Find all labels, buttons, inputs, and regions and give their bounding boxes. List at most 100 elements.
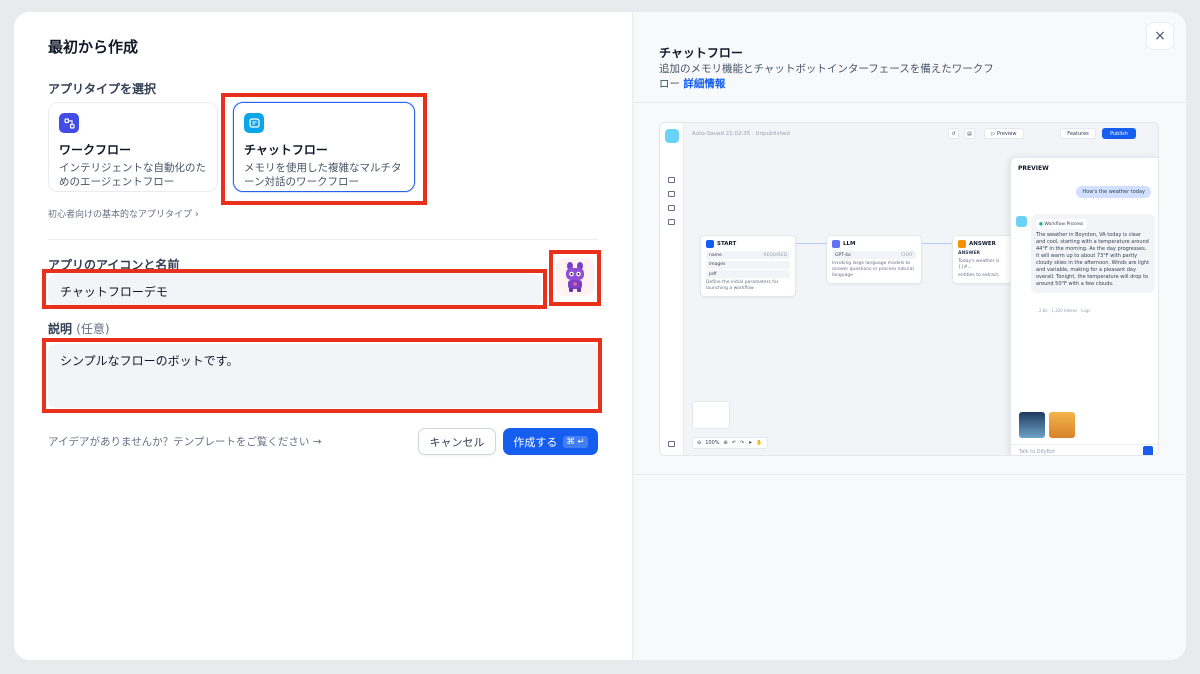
sidebar-icon bbox=[668, 177, 675, 183]
answer-node-title: ANSWER bbox=[969, 241, 996, 247]
answer-label: ANSWER bbox=[958, 251, 980, 256]
var-name: pdf bbox=[709, 271, 717, 277]
edge-start-llm bbox=[796, 243, 826, 244]
var-name: name bbox=[709, 252, 722, 258]
answer-sub: entities to extract. bbox=[958, 273, 1000, 278]
preview-button-label: Preview bbox=[996, 130, 1017, 137]
canvas-toolbar: ⊖ 100% ⊕ ↶ ↷ ➤ ✋ bbox=[692, 437, 768, 449]
hand-icon: ✋ bbox=[756, 440, 763, 446]
chat-meta: 2.8s · 1,320 tokens Logs bbox=[1039, 308, 1090, 313]
desc-optional-text: (任意) bbox=[76, 322, 110, 336]
app-type-desc: メモリを使用した複雑なマルチターン対話のワークフロー bbox=[244, 162, 402, 188]
app-type-name: ワークフロー bbox=[59, 143, 132, 157]
arrow-right-icon: → bbox=[312, 436, 322, 448]
chat-answer-text: The weather in Boynton, VA today is clea… bbox=[1036, 232, 1150, 287]
create-app-dialog: 最初から作成 アプリタイプを選択 ワークフロー インテリジェントな自動化のための… bbox=[14, 12, 1186, 660]
desc-label: 説明 (任意) bbox=[48, 320, 110, 337]
zoom-out-icon: ⊖ bbox=[697, 440, 702, 446]
answer-text: Today's weather is {{#... bbox=[958, 259, 1000, 270]
send-icon bbox=[1143, 446, 1153, 455]
home-icon bbox=[706, 240, 714, 248]
start-node-desc: Define the initial parameters for launch… bbox=[706, 280, 779, 291]
preview-bottom-divider bbox=[633, 474, 1186, 475]
publish-button: Publish bbox=[1102, 128, 1136, 139]
app-type-chatflow-card[interactable]: チャットフロー メモリを使用した複雑なマルチターン対話のワークフロー bbox=[233, 102, 415, 192]
chat-preview-panel: PREVIEW How's the weather today ● Workfl… bbox=[1010, 157, 1158, 455]
preview-description: 追加のメモリ機能とチャットボットインターフェースを備えたワークフロー 詳細情報 bbox=[659, 62, 999, 92]
chat-preview-title: PREVIEW bbox=[1018, 165, 1049, 172]
preview-divider bbox=[633, 102, 1186, 103]
attached-image-mountain bbox=[1019, 412, 1045, 438]
learn-more-link[interactable]: 詳細情報 bbox=[683, 78, 725, 90]
chat-input: Talk to DifyBot bbox=[1011, 444, 1158, 455]
bot-avatar-icon bbox=[1016, 216, 1027, 227]
cancel-button[interactable]: キャンセル bbox=[418, 428, 496, 455]
logs-link: Logs bbox=[1081, 308, 1091, 313]
preview-panel: × チャットフロー 追加のメモリ機能とチャットボットインターフェースを備えたワー… bbox=[632, 12, 1186, 660]
create-button[interactable]: 作成する ⌘ ↵ bbox=[503, 428, 598, 455]
sidebar-icon bbox=[668, 219, 675, 225]
llm-model-row: GPT-4o CHAT bbox=[832, 251, 916, 259]
chat-user-message: How's the weather today bbox=[1076, 186, 1151, 198]
llm-node: LLM GPT-4o CHAT Invoking large language m… bbox=[826, 235, 922, 284]
beginner-hint-text: 初心者向けの基本的なアプリタイプ bbox=[48, 210, 193, 220]
start-var-row: images bbox=[706, 260, 790, 269]
app-description-textarea[interactable]: シンプルなフローのボットです。 bbox=[48, 344, 598, 408]
llm-node-title: LLM bbox=[843, 241, 856, 247]
app-type-workflow-card[interactable]: ワークフロー インテリジェントな自動化のためのエージェントフロー bbox=[48, 102, 218, 192]
zoom-in-icon: ⊕ bbox=[723, 440, 728, 446]
llm-node-desc: Invoking large language models to answer… bbox=[832, 261, 914, 278]
name-label: アプリのアイコンと名前 bbox=[48, 258, 180, 272]
undo-icon: ↶ bbox=[731, 440, 736, 446]
chevron-right-icon: › bbox=[194, 209, 199, 220]
var-name: images bbox=[709, 262, 726, 267]
desc-label-text: 説明 bbox=[48, 322, 73, 336]
section-divider bbox=[48, 239, 598, 240]
zoom-level: 100% bbox=[705, 440, 720, 446]
redo-icon: ↷ bbox=[739, 440, 745, 446]
llm-model: GPT-4o bbox=[835, 252, 851, 258]
answer-icon bbox=[958, 240, 966, 248]
create-shortcut: ⌘ ↵ bbox=[563, 435, 588, 448]
dialog-title: 最初から作成 bbox=[48, 38, 139, 56]
app-type-name: チャットフロー bbox=[244, 143, 328, 157]
attached-image-desert bbox=[1049, 412, 1075, 438]
pointer-icon: ➤ bbox=[748, 440, 753, 446]
form-panel: 最初から作成 アプリタイプを選択 ワークフロー インテリジェントな自動化のための… bbox=[14, 12, 632, 660]
beginner-hint-link[interactable]: 初心者向けの基本的なアプリタイプ › bbox=[48, 207, 199, 220]
start-node-header: START bbox=[706, 240, 790, 248]
llm-mode: CHAT bbox=[900, 252, 913, 258]
workflow-icon bbox=[59, 113, 79, 133]
edge-llm-answer bbox=[922, 243, 952, 244]
chatflow-icon bbox=[244, 113, 264, 133]
workflow-process-badge: ● Workflow Process bbox=[1036, 219, 1087, 229]
sidebar-icon bbox=[668, 205, 675, 211]
workflow-process-label: Workflow Process bbox=[1044, 221, 1084, 227]
start-node-title: START bbox=[717, 241, 737, 247]
app-logo-icon bbox=[665, 129, 679, 143]
answer-node: ANSWER ANSWER Today's weather is {{#... … bbox=[952, 235, 1014, 284]
sidebar-icon bbox=[668, 191, 675, 197]
app-icon-picker[interactable] bbox=[556, 258, 594, 296]
sidebar-icon bbox=[668, 441, 675, 447]
close-icon[interactable]: × bbox=[1146, 22, 1174, 50]
app-name-input[interactable]: チャットフローデモ bbox=[48, 274, 542, 306]
start-var-row: pdf bbox=[706, 270, 790, 278]
create-button-label: 作成する bbox=[513, 435, 558, 449]
template-link-text: アイデアがありませんか？テンプレートをご覧ください bbox=[48, 436, 310, 448]
minimap bbox=[692, 401, 730, 429]
llm-node-header: LLM bbox=[832, 240, 916, 248]
workflow-preview-image: Auto-Saved 21:02:35 · Unpublished ↺ ▤ ▷ … bbox=[659, 122, 1159, 456]
start-var-row: name REQUIRED bbox=[706, 251, 790, 259]
chat-meta-text: 2.8s · 1,320 tokens bbox=[1039, 308, 1078, 313]
app-type-label: アプリタイプを選択 bbox=[48, 82, 157, 96]
app-type-desc: インテリジェントな自動化のためのエージェントフロー bbox=[59, 162, 206, 188]
answer-node-header: ANSWER bbox=[958, 240, 1008, 248]
start-node: START name REQUIRED images pdf Define the… bbox=[700, 235, 796, 297]
features-button: Features bbox=[1060, 128, 1096, 139]
layout-icon: ▤ bbox=[964, 128, 975, 139]
llm-icon bbox=[832, 240, 840, 248]
robot-avatar-icon bbox=[566, 262, 584, 292]
autosave-status: Auto-Saved 21:02:35 · Unpublished bbox=[692, 131, 790, 137]
template-link[interactable]: アイデアがありませんか？テンプレートをご覧ください → bbox=[48, 434, 322, 449]
